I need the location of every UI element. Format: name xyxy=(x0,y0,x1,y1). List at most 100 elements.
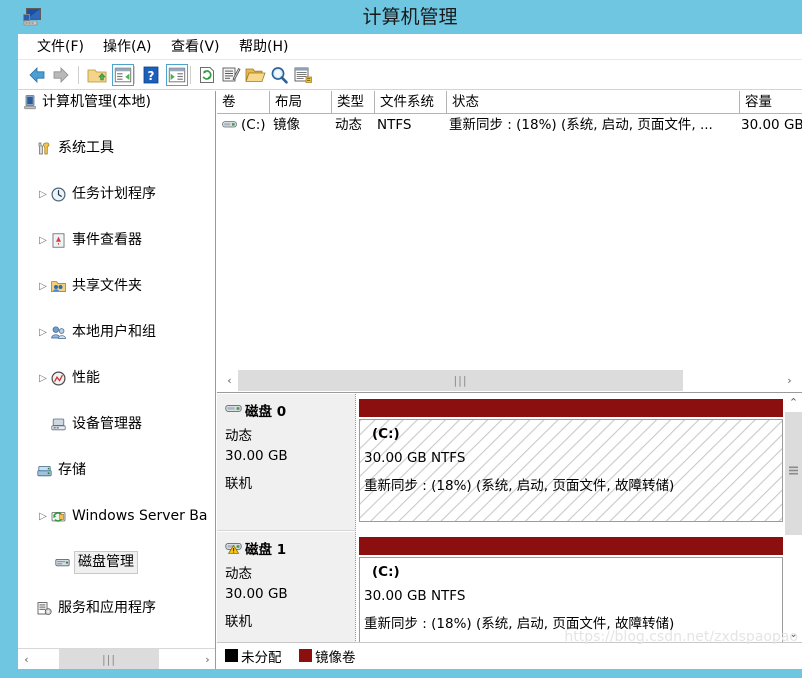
disk-1-volume-label: (C:) xyxy=(372,564,400,580)
column-header-filesystem[interactable]: 文件系统 xyxy=(375,91,447,114)
menu-action[interactable]: 操作(A) xyxy=(96,34,159,60)
tree-node-computer-management[interactable]: 计算机管理(本地) xyxy=(18,91,215,114)
disk-1-info-panel[interactable]: 磁盘 1 动态 30.00 GB 联机 xyxy=(217,532,356,642)
volume-list: 卷 布局 类型 文件系统 状态 容量 (C:) 镜像 动态 NTFS 重新同步 … xyxy=(217,91,802,393)
toolbar-separator-1 xyxy=(78,66,79,84)
tree-hscroll-left-arrow[interactable]: ‹ xyxy=(18,649,35,669)
tree-node-performance[interactable]: ▷ 性能 xyxy=(18,367,215,390)
tree-node-task-scheduler[interactable]: ▷ 任务计划程序 xyxy=(18,183,215,206)
volume-list-header: 卷 布局 类型 文件系统 状态 容量 xyxy=(217,91,802,114)
tree-node-device-manager[interactable]: 设备管理器 xyxy=(18,413,215,436)
toolbar-separator-2 xyxy=(134,66,135,84)
vol-hscroll-right-arrow[interactable]: › xyxy=(781,370,798,391)
cell-layout: 镜像 xyxy=(273,117,300,133)
disk-1-volume-size: 30.00 GB NTFS xyxy=(364,588,466,604)
graphical-disk-view: 磁盘 0 动态 30.00 GB 联机 (C:) 30.00 GB NTFS 重… xyxy=(217,394,802,642)
tree-node-shared-folders[interactable]: ▷ 共享文件夹 xyxy=(18,275,215,298)
toolbar: ? xyxy=(18,60,802,90)
disk-vscroll-down-arrow[interactable]: ⌄ xyxy=(785,625,802,642)
chevron-right-icon[interactable]: ▷ xyxy=(36,183,50,206)
show-hide-tree-icon[interactable] xyxy=(112,64,134,86)
volume-list-horizontal-scrollbar[interactable]: ‹ ||| › xyxy=(217,369,802,392)
backup-icon xyxy=(51,512,66,522)
column-header-status[interactable]: 状态 xyxy=(447,91,740,114)
export-list-icon[interactable] xyxy=(292,64,314,86)
disk-0-volume-label: (C:) xyxy=(372,426,400,442)
legend-label-unallocated: 未分配 xyxy=(241,650,282,666)
column-header-capacity[interactable]: 容量 xyxy=(740,91,802,114)
disk-row-0[interactable]: 磁盘 0 动态 30.00 GB 联机 (C:) 30.00 GB NTFS 重… xyxy=(217,394,785,531)
tree-node-label: 磁盘管理 xyxy=(74,551,138,574)
vol-hscroll-left-arrow[interactable]: ‹ xyxy=(221,370,238,391)
tree-node-label: 系统工具 xyxy=(58,140,114,156)
menu-file[interactable]: 文件(F) xyxy=(30,34,91,60)
search-icon[interactable] xyxy=(268,64,290,86)
event-viewer-icon xyxy=(52,233,65,248)
tree-hscroll-track[interactable]: ||| xyxy=(35,649,199,669)
chevron-right-icon[interactable]: ▷ xyxy=(36,275,50,298)
disk-vscroll-up-arrow[interactable]: ⌃ xyxy=(785,394,802,411)
refresh-icon[interactable] xyxy=(196,64,218,86)
clock-icon xyxy=(51,187,66,202)
tree-node-system-tools[interactable]: 系统工具 xyxy=(18,137,215,160)
show-hide-action-pane-icon[interactable] xyxy=(166,64,188,86)
tree-node-local-users-groups[interactable]: ▷ 本地用户和组 xyxy=(18,321,215,344)
tree-hscroll-thumb[interactable]: ||| xyxy=(59,649,159,669)
up-folder-icon[interactable] xyxy=(86,64,108,86)
help-icon[interactable]: ? xyxy=(140,64,162,86)
tree-node-services-applications[interactable]: 服务和应用程序 xyxy=(18,597,215,620)
disk-legend: 未分配 镜像卷 xyxy=(217,642,802,669)
disk-vscroll-thumb[interactable] xyxy=(785,412,802,535)
tree-node-windows-server-backup[interactable]: ▷ Windows Server Ba xyxy=(18,505,215,528)
disk-1-status: 联机 xyxy=(225,614,252,630)
disk-0-name: 磁盘 0 xyxy=(245,404,287,420)
disk-vscroll-track[interactable] xyxy=(785,535,802,625)
disk-0-info-panel[interactable]: 磁盘 0 动态 30.00 GB 联机 xyxy=(217,394,356,531)
disk-row-1[interactable]: 磁盘 1 动态 30.00 GB 联机 (C:) 30.00 GB NTFS 重… xyxy=(217,532,785,642)
table-row[interactable]: (C:) 镜像 动态 NTFS 重新同步 : (18%) (系统, 启动, 页面… xyxy=(217,114,802,136)
chevron-right-icon[interactable]: ▷ xyxy=(36,505,50,528)
tree-node-label: 服务和应用程序 xyxy=(58,600,156,616)
disk-view-vertical-scrollbar[interactable]: ⌃ ⌄ xyxy=(785,394,802,642)
tree-horizontal-scrollbar[interactable]: ‹ ||| › xyxy=(18,648,215,669)
resync-hatch-pattern xyxy=(360,420,782,521)
tree-node-event-viewer[interactable]: ▷ 事件查看器 xyxy=(18,229,215,252)
disk-0-volume-block[interactable]: (C:) 30.00 GB NTFS 重新同步 : (18%) (系统, 启动,… xyxy=(359,419,783,522)
scrollbar-grip-icon xyxy=(789,466,798,475)
users-groups-icon xyxy=(51,326,66,339)
computer-management-window: 计算机管理 文件(F) 操作(A) 查看(V) 帮助(H) ? 计算机管理(本地… xyxy=(0,0,802,678)
chevron-right-icon[interactable]: ▷ xyxy=(36,229,50,252)
console-tree: 计算机管理(本地) 系统工具 ▷ 任务计划程序 ▷ 事件查看器 ▷ 共享文件夹 … xyxy=(18,91,215,648)
results-pane: 卷 布局 类型 文件系统 状态 容量 (C:) 镜像 动态 NTFS 重新同步 … xyxy=(217,91,802,669)
column-header-layout[interactable]: 布局 xyxy=(270,91,332,114)
tree-node-disk-management[interactable]: 磁盘管理 xyxy=(18,551,215,574)
open-icon[interactable] xyxy=(244,64,266,86)
title-bar: 计算机管理 xyxy=(9,0,802,34)
chevron-right-icon[interactable]: ▷ xyxy=(36,321,50,344)
device-manager-icon xyxy=(51,418,66,431)
properties-icon[interactable] xyxy=(220,64,242,86)
chevron-right-icon[interactable]: ▷ xyxy=(36,367,50,390)
column-header-volume[interactable]: 卷 xyxy=(217,91,270,114)
svg-text:?: ? xyxy=(148,69,155,83)
tree-hscroll-right-arrow[interactable]: › xyxy=(199,649,215,669)
tree-node-label: 本地用户和组 xyxy=(72,324,156,340)
console-tree-pane: 计算机管理(本地) 系统工具 ▷ 任务计划程序 ▷ 事件查看器 ▷ 共享文件夹 … xyxy=(18,91,216,669)
vol-hscroll-track[interactable]: ||| xyxy=(238,370,781,391)
forward-icon[interactable] xyxy=(50,64,72,86)
storage-icon xyxy=(37,466,52,477)
toolbar-separator-3 xyxy=(190,66,191,84)
column-header-type[interactable]: 类型 xyxy=(332,91,375,114)
vol-hscroll-thumb[interactable]: ||| xyxy=(238,370,683,391)
tools-icon xyxy=(38,142,50,155)
shared-folder-icon xyxy=(51,281,66,292)
disk-1-capacity: 30.00 GB xyxy=(225,586,288,602)
disk-1-bars: (C:) 30.00 GB NTFS 重新同步 : (18%) (系统, 启动,… xyxy=(357,532,785,642)
tree-node-label: Windows Server Ba xyxy=(72,508,208,524)
disk-1-volume-block[interactable]: (C:) 30.00 GB NTFS 重新同步 : (18%) (系统, 启动,… xyxy=(359,557,783,642)
menu-view[interactable]: 查看(V) xyxy=(164,34,227,60)
tree-node-label: 共享文件夹 xyxy=(72,278,142,294)
menu-help[interactable]: 帮助(H) xyxy=(232,34,295,60)
back-icon[interactable] xyxy=(26,64,48,86)
tree-node-storage[interactable]: 存储 xyxy=(18,459,215,482)
